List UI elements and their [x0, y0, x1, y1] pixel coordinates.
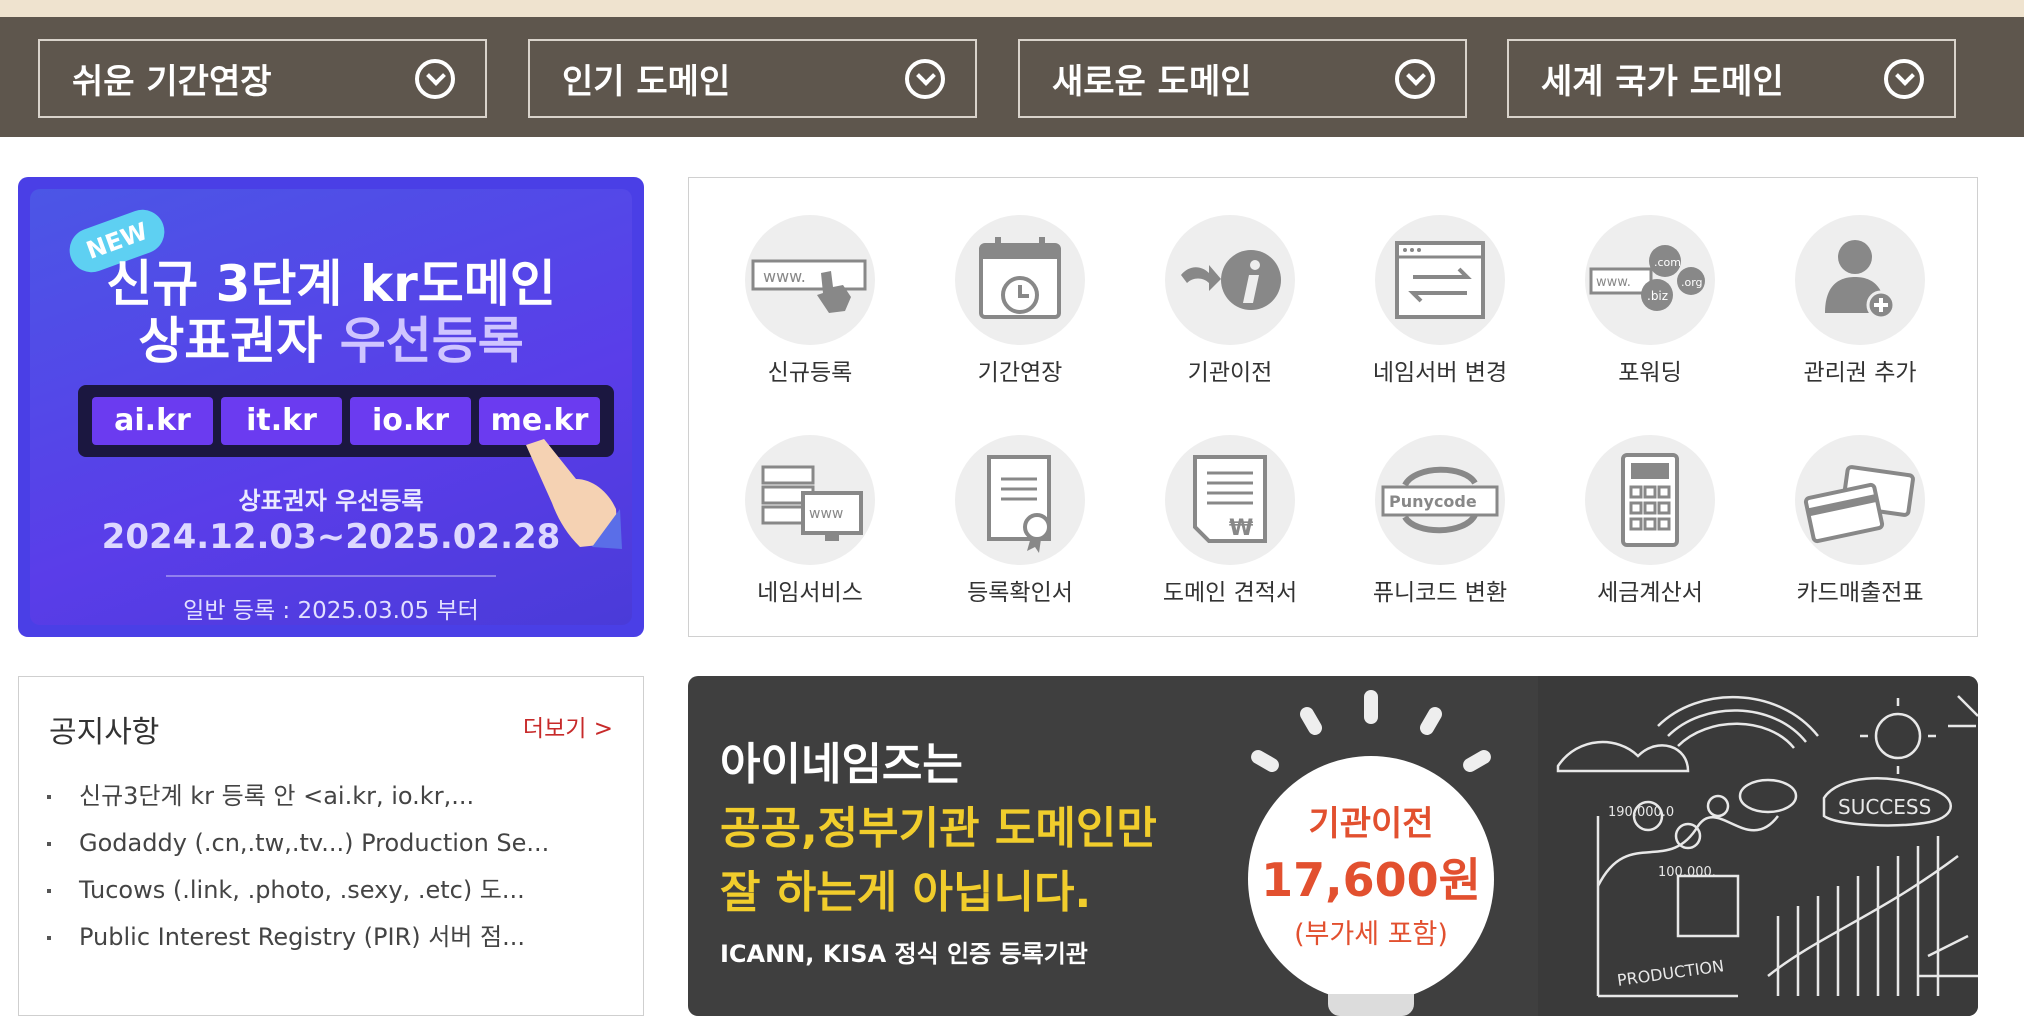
banner-line1: 아이네임즈는 [720, 739, 963, 790]
dropdown-label: 새로운 도메인 [1052, 62, 1252, 102]
service-label: 포워딩 [1618, 360, 1682, 386]
service-new-registration[interactable]: www. 신규등록 [710, 215, 910, 395]
banner-line2: 공공,정부기관 도메인만 [720, 803, 1157, 854]
chip-me-kr: me.kr [479, 397, 600, 445]
service-label: 세금계산서 [1597, 580, 1703, 606]
calendar-clock-icon [955, 215, 1085, 345]
service-label: 기간연장 [977, 360, 1063, 386]
notice-more-link[interactable]: 더보기 > [523, 709, 613, 743]
user-add-icon [1795, 215, 1925, 345]
dropdown-label: 인기 도메인 [562, 62, 731, 102]
service-card-receipt[interactable]: 카드매출전표 [1760, 435, 1960, 615]
svg-text:www.: www. [763, 267, 806, 286]
lightbulb-price-badge: 기관이전 17,600원 (부가세 포함) [1248, 756, 1494, 1002]
promo-title-highlight: 우선등록 [339, 312, 524, 370]
agency-transfer-banner[interactable]: 아이네임즈는 공공,정부기관 도메인만 잘 하는게 아닙니다. ICANN, K… [688, 676, 1978, 1016]
service-label: 관리권 추가 [1803, 360, 1917, 386]
chevron-down-icon [1395, 58, 1435, 99]
notice-title: 공지사항 [49, 715, 160, 750]
kr-domain-promo-banner[interactable]: NEW 신규 3단계 kr도메인 상표권자 우선등록 ai.kr it.kr i… [18, 177, 644, 637]
notice-item[interactable]: 신규3단계 kr 등록 안 <ai.kr, io.kr,... [47, 781, 549, 828]
dropdown-label: 쉬운 기간연장 [72, 62, 272, 102]
chevron-down-icon [1884, 58, 1924, 99]
dropdown-new-domains[interactable]: 새로운 도메인 [1018, 39, 1467, 118]
chevron-down-icon [415, 58, 455, 99]
promo-period: 2024.12.03~2025.02.28 [101, 517, 561, 557]
service-forwarding[interactable]: www. .com .biz .org 포워딩 [1550, 215, 1750, 395]
dropdown-popular-domains[interactable]: 인기 도메인 [528, 39, 977, 118]
bulb-title: 기관이전 [1308, 804, 1434, 844]
service-add-manager[interactable]: 관리권 추가 [1760, 215, 1960, 395]
service-label: 카드매출전표 [1796, 580, 1924, 606]
servers-www-icon: www [745, 435, 875, 565]
punycode-icon: Punycode [1375, 435, 1505, 565]
bulb-vat-note: (부가세 포함) [1294, 919, 1448, 950]
svg-text:www: www [809, 506, 843, 522]
promo-title-line2: 상표권자 우선등록 [30, 301, 632, 373]
service-renewal[interactable]: 기간연장 [920, 215, 1120, 395]
notice-item[interactable]: Tucows (.link, .photo, .sexy, .etc) 도... [47, 875, 549, 922]
service-label: 도메인 견적서 [1162, 580, 1298, 606]
calculator-icon [1585, 435, 1715, 565]
service-agency-transfer[interactable]: 기관이전 [1130, 215, 1330, 395]
service-name-service[interactable]: www 네임서비스 [710, 435, 910, 615]
promo-inner: NEW 신규 3단계 kr도메인 상표권자 우선등록 ai.kr it.kr i… [30, 189, 632, 625]
chalk-success-text: SUCCESS [1838, 795, 1931, 819]
svg-text:.com: .com [1654, 256, 1681, 269]
chip-it-kr: it.kr [221, 397, 342, 445]
service-label: 네임서버 변경 [1372, 360, 1508, 386]
top-strip [0, 0, 2024, 17]
promo-title-plain: 상표권자 [138, 312, 340, 370]
window-swap-icon [1375, 215, 1505, 345]
domain-category-bar: 쉬운 기간연장 인기 도메인 새로운 도메인 세계 국가 도메인 [0, 17, 2024, 137]
service-tax-invoice[interactable]: 세금계산서 [1550, 435, 1750, 615]
promo-subtitle: 상표권자 우선등록 [238, 487, 424, 515]
promo-divider [166, 575, 496, 577]
punycode-text: Punycode [1389, 492, 1477, 511]
promo-general-registration: 일반 등록 : 2025.03.05 부터 [183, 598, 479, 624]
banner-line3: 잘 하는게 아닙니다. [720, 867, 1092, 918]
chalk-number-1: 190.000.0 [1608, 805, 1674, 820]
service-label: 네임서비스 [757, 580, 863, 606]
quote-document-icon: ₩ [1165, 435, 1295, 565]
chalk-number-2: 100.000. [1658, 865, 1716, 880]
dropdown-country-domains[interactable]: 세계 국가 도메인 [1507, 39, 1956, 118]
svg-text:₩: ₩ [1229, 516, 1253, 541]
chevron-down-icon [905, 58, 945, 99]
svg-text:.biz: .biz [1647, 289, 1668, 303]
notice-item[interactable]: Godaddy (.cn,.tw,.tv...) Production Se..… [47, 828, 549, 875]
transfer-info-icon [1165, 215, 1295, 345]
certificate-icon [955, 435, 1085, 565]
notice-item[interactable]: Public Interest Registry (PIR) 서버 점... [47, 922, 549, 969]
svg-text:www.: www. [1596, 275, 1631, 290]
notice-panel: 공지사항 더보기 > 신규3단계 kr 등록 안 <ai.kr, io.kr,.… [18, 676, 644, 1016]
chalk-doodles-illustration: SUCCESS PRODUCTION 190.000.0 100.000. [1538, 676, 1978, 1016]
bulb-base [1328, 994, 1414, 1016]
service-nameserver-change[interactable]: 네임서버 변경 [1340, 215, 1540, 395]
banner-accreditation: ICANN, KISA 정식 인증 등록기관 [720, 940, 1088, 968]
service-registration-certificate[interactable]: 등록확인서 [920, 435, 1120, 615]
svg-text:.org: .org [1681, 276, 1703, 289]
service-label: 기관이전 [1187, 360, 1273, 386]
service-label: 퓨니코드 변환 [1372, 580, 1508, 606]
bulb-price: 17,600원 [1261, 853, 1481, 907]
credit-card-icon [1795, 435, 1925, 565]
chip-ai-kr: ai.kr [92, 397, 213, 445]
service-label: 신규등록 [767, 360, 853, 386]
service-punycode-convert[interactable]: Punycode 퓨니코드 변환 [1340, 435, 1540, 615]
dropdown-label: 세계 국가 도메인 [1541, 62, 1784, 102]
dropdown-easy-renewal[interactable]: 쉬운 기간연장 [38, 39, 487, 118]
www-cursor-icon: www. [745, 215, 875, 345]
forwarding-domains-icon: www. .com .biz .org [1585, 215, 1715, 345]
service-domain-quote[interactable]: ₩ 도메인 견적서 [1130, 435, 1330, 615]
service-menu-grid: www. 신규등록 기간연장 기관이전 네임서버 변경 www. .com .b… [688, 177, 1978, 637]
service-label: 등록확인서 [967, 580, 1073, 606]
chip-io-kr: io.kr [350, 397, 471, 445]
notice-list: 신규3단계 kr 등록 안 <ai.kr, io.kr,... Godaddy … [47, 781, 549, 969]
